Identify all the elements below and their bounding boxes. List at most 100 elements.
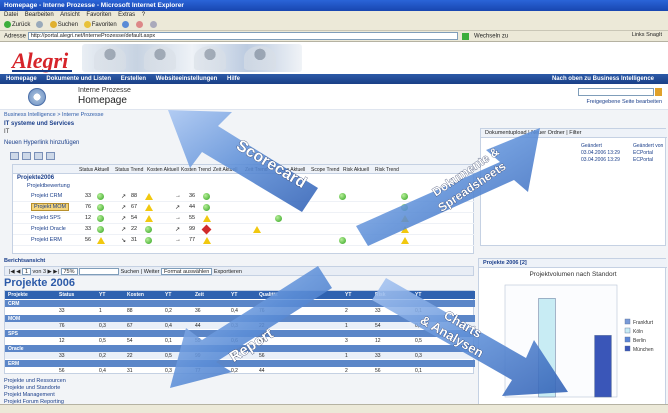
format-select[interactable]: Format auswählen — [161, 268, 213, 275]
forward-button[interactable] — [36, 21, 44, 28]
status-ok-icon — [97, 204, 104, 211]
report-group-row[interactable]: ERM — [5, 360, 475, 367]
trend-arrow-icon: ↗ — [175, 227, 181, 233]
mail-button[interactable] — [136, 21, 144, 28]
address-bar: Adresse http://portal.alegri.net/Interne… — [0, 31, 668, 42]
links-area: Links SnagIt — [632, 32, 662, 38]
add-hyperlink-link[interactable]: Neuen Hyperlink hinzufügen — [4, 140, 79, 146]
edit-page-link[interactable]: Freigegebene Seite bearbeiten — [586, 99, 662, 105]
breadcrumb[interactable]: Business Intelligence > Interne Prozesse — [4, 112, 104, 118]
nav-documents[interactable]: Dokumente und Listen — [46, 76, 111, 82]
warning-icon — [203, 237, 211, 244]
expand-icon[interactable] — [22, 152, 31, 160]
link-item-it[interactable]: IT — [4, 129, 9, 135]
snagit-button[interactable]: SnagIt — [646, 32, 662, 38]
report-cell: 12 — [375, 338, 381, 344]
status-value: 56 — [85, 237, 92, 243]
col-kosten-trend: Kosten Trend — [181, 167, 211, 173]
report-group-row[interactable]: SPS — [5, 330, 475, 337]
scorecard-group[interactable]: Projekte2006 — [17, 175, 54, 181]
menu-item-help[interactable]: ? — [142, 12, 145, 18]
menu-item-datei[interactable]: Datei — [4, 12, 18, 18]
zoom-select[interactable]: 75% — [60, 268, 78, 275]
quick-link[interactable]: Projekt Management — [4, 392, 66, 399]
quick-links: Projekte und Ressourcen Projekte und Sta… — [4, 378, 66, 406]
search-input[interactable] — [578, 88, 654, 96]
report-cell: 77 — [195, 368, 201, 374]
go-icon[interactable] — [462, 32, 470, 40]
export-icon[interactable] — [46, 152, 55, 160]
new-folder-button[interactable]: Neuer Ordner — [531, 130, 565, 136]
banner-person-photo — [194, 46, 226, 70]
upload-button[interactable]: Dokumentupload — [485, 130, 527, 136]
report-group-row[interactable]: MOM — [5, 315, 475, 322]
first-page-icon[interactable]: |◀ ◀ — [9, 269, 20, 275]
print-button[interactable] — [149, 21, 158, 28]
report-cell: 12 — [59, 338, 65, 344]
report-cell: 0,2 — [165, 308, 172, 314]
search-go-icon[interactable] — [655, 88, 662, 96]
modified-by[interactable]: ECPortal — [633, 150, 663, 157]
trend-arrow-icon: ↗ — [121, 194, 127, 200]
menu-item-bearbeiten[interactable]: Bearbeiten — [25, 12, 54, 18]
scorecard-subgroup[interactable]: Projektbewertung — [27, 183, 70, 189]
report-data-row: 56 0,4 31 0,3 77 0,2 44 2 56 0,1 — [5, 367, 475, 374]
report-cell: 0,4 — [165, 323, 172, 329]
report-group-row[interactable]: CRM — [5, 300, 475, 307]
report-cell: 0,3 — [231, 323, 238, 329]
warning-icon — [401, 215, 409, 222]
report-cell: 22 — [259, 323, 265, 329]
view-icon[interactable] — [10, 152, 19, 160]
filter-icon[interactable] — [34, 152, 43, 160]
row-name-selected[interactable]: Projekt MOM — [31, 203, 70, 211]
row-name[interactable]: Projekt CRM — [31, 193, 62, 199]
nav-site-settings[interactable]: Websiteeinstellungen — [156, 76, 218, 82]
modified-column: Geändert 03.04.2006 13:29 03.04.2006 13:… — [581, 143, 620, 164]
row-name[interactable]: Projekt ERM — [31, 237, 62, 243]
links-button[interactable]: Links — [632, 32, 645, 38]
critical-icon — [201, 224, 212, 235]
row-name[interactable]: Projekt Oracle — [31, 226, 66, 232]
scorecard-row[interactable]: Projekt CRM 33 ↗ 88 → 36 — [13, 191, 475, 202]
col-zeit: Zeit — [195, 292, 204, 298]
find-input[interactable] — [79, 268, 120, 275]
search-button[interactable]: Suchen — [49, 21, 78, 28]
export-link[interactable]: Exportieren — [214, 269, 242, 275]
page-count: von 3 — [32, 268, 47, 275]
status-value: 33 — [85, 193, 92, 199]
modified-by[interactable]: ECPortal — [633, 157, 663, 164]
nav-up-link[interactable]: Nach oben zu Business Intelligence — [552, 76, 654, 82]
nav-homepage[interactable]: Homepage — [6, 76, 37, 82]
scorecard-row[interactable]: Projekt SPS 12 ↗ 54 → 55 — [13, 213, 475, 224]
report-cell: 3 — [345, 338, 348, 344]
scorecard-row[interactable]: Projekt Oracle 33 ↗ 22 ↗ 99 — [13, 224, 475, 235]
go-button[interactable]: Wechseln zu — [474, 34, 508, 40]
quick-link[interactable]: Projekte und Standorte — [4, 385, 66, 392]
find-next-link[interactable]: Suchen | Weiter — [121, 269, 160, 275]
report-cell: 1 — [345, 353, 348, 359]
kosten-value: 22 — [131, 226, 138, 232]
menu-item-extras[interactable]: Extras — [118, 12, 135, 18]
trend-arrow-icon: → — [175, 237, 181, 243]
scorecard-row[interactable]: Projekt ERM 56 ↘ 31 → 77 — [13, 235, 475, 246]
page-input[interactable]: 1 — [21, 268, 32, 275]
back-button[interactable]: Zurück — [4, 21, 30, 28]
history-button[interactable] — [122, 21, 130, 28]
menu-item-favoriten[interactable]: Favoriten — [86, 12, 111, 18]
next-page-icon[interactable]: ▶ ▶| — [48, 269, 59, 275]
row-name[interactable]: Projekt SPS — [31, 215, 61, 221]
favorites-button[interactable]: Favoriten — [83, 21, 117, 28]
nav-help[interactable]: Hilfe — [227, 76, 240, 82]
status-ok-icon — [275, 215, 282, 222]
modified-by-column: Geändert von ECPortal ECPortal — [633, 143, 663, 164]
scorecard-row[interactable]: Projekt MOM 76 ↗ 67 ↗ 44 — [13, 202, 475, 213]
legend-label: Köln — [633, 329, 643, 335]
report-group-row[interactable]: Oracle — [5, 345, 475, 352]
filter-button[interactable]: Filter — [569, 130, 581, 136]
address-input[interactable]: http://portal.alegri.net/InterneProzesse… — [27, 32, 458, 40]
quick-link[interactable]: Projekte und Ressourcen — [4, 378, 66, 385]
nav-create[interactable]: Erstellen — [121, 76, 146, 82]
menu-item-ansicht[interactable]: Ansicht — [60, 12, 80, 18]
report-cell: 0,1 — [165, 338, 172, 344]
report-cell: 0,2 — [415, 323, 422, 329]
